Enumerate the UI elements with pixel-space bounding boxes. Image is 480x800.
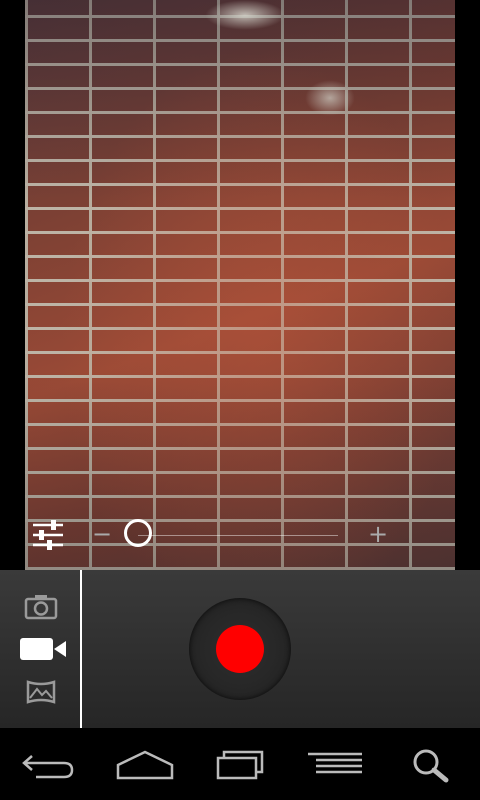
record-button[interactable] xyxy=(189,598,291,700)
wall-stain xyxy=(305,80,355,116)
camera-control-bar xyxy=(0,570,480,728)
menu-icon[interactable] xyxy=(302,744,372,784)
mode-switcher xyxy=(0,570,80,728)
recent-apps-icon[interactable] xyxy=(206,744,276,784)
wall-stain xyxy=(205,0,285,30)
camera-icon[interactable] xyxy=(20,590,62,622)
zoom-slider-knob[interactable] xyxy=(124,519,152,547)
zoom-slider-track[interactable] xyxy=(138,535,338,536)
search-icon[interactable] xyxy=(398,744,468,784)
back-icon[interactable] xyxy=(14,744,84,784)
video-camera-icon[interactable] xyxy=(20,633,66,665)
camera-viewfinder[interactable] xyxy=(25,0,455,570)
home-icon[interactable] xyxy=(110,744,180,784)
settings-sliders-icon[interactable] xyxy=(30,517,66,553)
record-dot-icon xyxy=(216,625,264,673)
brick-wall-preview xyxy=(25,0,455,570)
zoom-in-button[interactable]: + xyxy=(366,519,390,549)
zoom-out-button[interactable]: − xyxy=(92,519,112,549)
panorama-icon[interactable] xyxy=(20,676,62,708)
navigation-bar xyxy=(0,728,480,800)
mode-divider xyxy=(80,570,82,728)
